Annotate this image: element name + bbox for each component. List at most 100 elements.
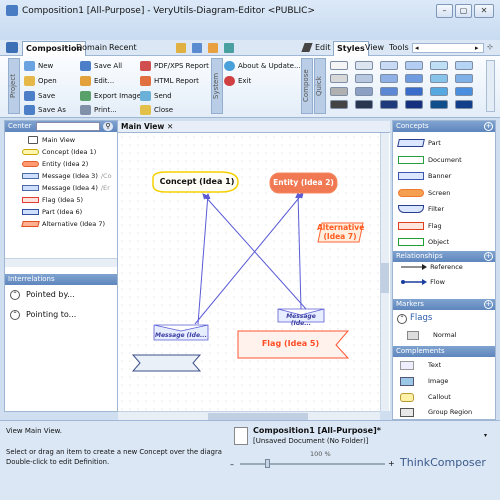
scroll-right-icon[interactable]: ▸ (475, 45, 479, 52)
tree-item-message-4[interactable]: Message (Idea 4)/Er (22, 183, 110, 193)
zoom-out-icon[interactable]: – (230, 460, 234, 469)
style-swatch[interactable] (355, 100, 373, 109)
style-swatch[interactable] (380, 100, 398, 109)
pointed-by-toggle-icon[interactable]: ⌃ (10, 290, 20, 300)
style-swatch[interactable] (455, 74, 473, 83)
zoom-slider[interactable] (240, 463, 385, 465)
close-button[interactable]: Close (140, 104, 173, 116)
marker-normal[interactable]: Normal (407, 329, 457, 342)
about-button[interactable]: About & Update... (224, 60, 301, 72)
style-swatch[interactable] (330, 87, 348, 96)
rel-reference[interactable]: Reference (400, 261, 463, 274)
search-input[interactable] (36, 122, 100, 131)
comp-callout[interactable]: Callout (400, 391, 451, 404)
concept-palette-item[interactable]: Object (398, 236, 449, 249)
canvas-hscroll[interactable] (118, 411, 380, 420)
new-button[interactable]: New (24, 60, 53, 72)
concept-palette-item[interactable]: Flag (398, 220, 442, 233)
diagram-canvas[interactable]: Concept (Idea 1) Entity (Idea 2) Alterna… (118, 133, 390, 411)
style-swatch[interactable] (380, 87, 398, 96)
send-button[interactable]: Send (140, 90, 172, 102)
print-button[interactable]: Print... (80, 104, 117, 116)
open-button[interactable]: Open (24, 75, 57, 87)
tab-scroll-bar[interactable]: ◂ ▸ (412, 43, 484, 53)
add-concept-icon[interactable]: + (484, 122, 493, 131)
maximize-button[interactable]: ▢ (455, 4, 472, 18)
add-marker-icon[interactable]: + (484, 300, 493, 309)
tree-item-flag[interactable]: Flag (Idea 5) (22, 195, 83, 205)
comp-group-region[interactable]: Group Region (400, 406, 472, 419)
exit-button[interactable]: Exit (224, 75, 251, 87)
style-swatch[interactable] (455, 61, 473, 70)
edge-msg1-to-concept[interactable] (197, 193, 211, 325)
left-tree-hscroll[interactable] (5, 258, 117, 267)
style-swatch[interactable] (405, 74, 423, 83)
comp-image[interactable]: Image (400, 375, 448, 388)
tab-recent[interactable]: Recent (106, 41, 140, 56)
tree-item-part[interactable]: Part (Idea 6) (22, 207, 82, 217)
pin-icon[interactable]: ⊹ (487, 43, 496, 53)
tree-item-entity[interactable]: Entity (Idea 2) (22, 159, 88, 169)
html-report-button[interactable]: HTML Report (140, 75, 199, 87)
tree-item-message-3[interactable]: Message (Idea 3)/Co (22, 171, 112, 181)
edit-button[interactable]: Edit... (80, 75, 114, 87)
style-swatch[interactable] (405, 100, 423, 109)
style-swatch[interactable] (455, 87, 473, 96)
canvas-vscroll[interactable] (380, 133, 389, 411)
style-swatch[interactable] (355, 87, 373, 96)
pointed-by-label[interactable]: Pointed by... (26, 290, 75, 299)
export-image-button[interactable]: Export Image (80, 90, 141, 102)
quick-export-icon[interactable] (224, 43, 234, 53)
gallery-scroll[interactable] (486, 60, 495, 112)
flags-toggle-icon[interactable]: ⌃ (397, 314, 407, 324)
style-swatch[interactable] (430, 74, 448, 83)
minimize-button[interactable]: – (436, 4, 453, 18)
save-as-button[interactable]: Save As (24, 104, 66, 116)
scroll-left-icon[interactable]: ◂ (415, 45, 419, 52)
style-swatch[interactable] (380, 74, 398, 83)
save-all-button[interactable]: Save All (80, 60, 122, 72)
style-swatch[interactable] (405, 61, 423, 70)
style-swatch[interactable] (405, 87, 423, 96)
part-node-shape[interactable] (131, 354, 202, 372)
zoom-slider-thumb[interactable] (265, 459, 270, 468)
tab-edit[interactable]: Edit (312, 41, 334, 56)
pdf-report-button[interactable]: PDF/XPS Report (140, 60, 209, 72)
quick-open-icon[interactable] (176, 43, 186, 53)
style-swatch[interactable] (330, 100, 348, 109)
concept-palette-item[interactable]: Banner (398, 170, 451, 183)
style-swatch[interactable] (455, 100, 473, 109)
pointing-to-label[interactable]: Pointing to... (26, 310, 76, 319)
pointing-to-toggle-icon[interactable]: ⌃ (10, 310, 20, 320)
tab-tools[interactable]: Tools (386, 41, 412, 56)
quick-save-icon[interactable] (192, 43, 202, 53)
style-swatch[interactable] (380, 61, 398, 70)
concept-palette-item[interactable]: Screen (398, 187, 450, 200)
comp-text[interactable]: Text (400, 359, 441, 372)
edge-msg1-to-entity[interactable] (194, 192, 304, 325)
tab-main-view[interactable]: Main View ✕ (121, 122, 173, 131)
tab-view[interactable]: View (362, 41, 387, 56)
app-menu-icon[interactable] (6, 42, 18, 53)
style-swatch[interactable] (355, 74, 373, 83)
style-swatch[interactable] (430, 100, 448, 109)
tree-item-main-view[interactable]: Main View (28, 135, 75, 145)
search-icon[interactable]: ⚲ (103, 122, 113, 131)
concept-palette-item[interactable]: Filter (398, 203, 444, 216)
edge-msg2-to-concept[interactable] (202, 193, 307, 310)
tree-item-alternative[interactable]: Alternative (Idea 7) (21, 219, 105, 229)
concept-palette-item[interactable]: Document (398, 154, 462, 167)
tab-domain[interactable]: Domain (73, 41, 110, 56)
concept-palette-item[interactable]: Part (397, 137, 441, 150)
tree-item-concept[interactable]: Concept (Idea 1) (22, 147, 96, 157)
add-relationship-icon[interactable]: + (484, 252, 493, 261)
save-button[interactable]: Save (24, 90, 55, 102)
canvas-vscroll-thumb[interactable] (381, 263, 389, 293)
tab-close-icon[interactable]: ✕ (167, 122, 173, 131)
style-swatch[interactable] (330, 74, 348, 83)
style-swatch[interactable] (430, 61, 448, 70)
edge-msg2-to-entity[interactable] (295, 192, 302, 310)
style-swatch[interactable] (430, 87, 448, 96)
style-swatch[interactable] (330, 61, 348, 70)
rel-flow[interactable]: Flow (400, 276, 445, 289)
